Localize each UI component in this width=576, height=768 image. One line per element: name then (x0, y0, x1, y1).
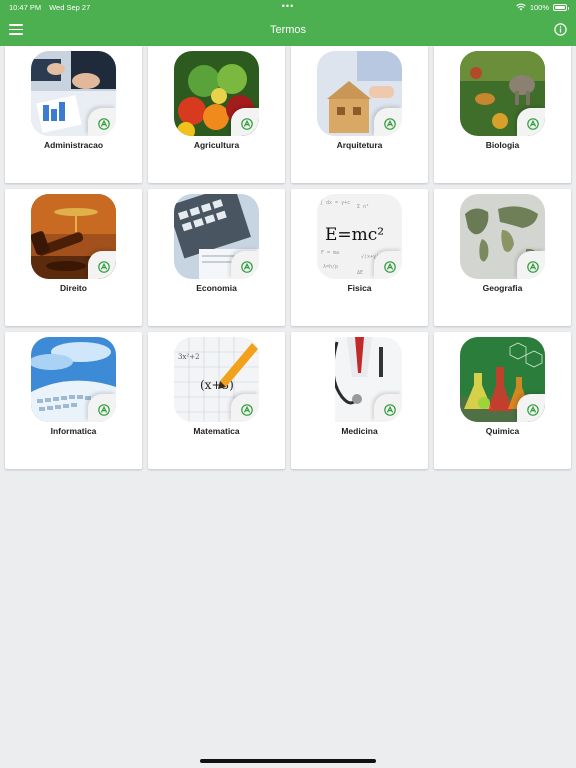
status-time: 10:47 PM (9, 2, 42, 12)
multitask-dots[interactable]: ••• (282, 1, 294, 11)
category-label: Administracao (43, 140, 104, 150)
app-logo-badge-icon (231, 394, 259, 422)
app-logo-badge-icon (231, 108, 259, 136)
category-card-agricultura[interactable]: Agricultura (148, 46, 285, 183)
battery-icon (553, 3, 569, 11)
category-label: Economia (196, 283, 237, 293)
app-logo-badge-icon (517, 251, 545, 279)
category-card-arquitetura[interactable]: Arquitetura (291, 46, 428, 183)
category-card-quimica[interactable]: Quimica (434, 332, 571, 469)
info-circle-icon[interactable] (554, 23, 567, 36)
category-card-fisica[interactable]: ∫ dx = y+c Σ n² F = ma √(x+y) λ=h/p ΔE E=mc² Fi… (291, 189, 428, 326)
category-image-biologia (460, 51, 545, 136)
category-label: Arquitetura (336, 140, 383, 150)
page-title: Termos (269, 24, 307, 36)
category-image-arquitetura (317, 51, 402, 136)
svg-text:λ=h/p: λ=h/p (323, 264, 338, 270)
category-label: Informatica (50, 426, 97, 436)
home-indicator[interactable] (200, 759, 376, 763)
category-image-medicina (317, 337, 402, 422)
app-logo-badge-icon (88, 251, 116, 279)
category-image-agricultura (174, 51, 259, 136)
svg-text:ΔE: ΔE (357, 270, 363, 276)
category-card-matematica[interactable]: (x+5) 3x²+2 Matematica (148, 332, 285, 469)
category-image-informatica (31, 337, 116, 422)
category-card-informatica[interactable]: Informatica (5, 332, 142, 469)
category-card-geografia[interactable]: Geografia (434, 189, 571, 326)
category-card-medicina[interactable]: Medicina (291, 332, 428, 469)
category-card-economia[interactable]: Economia (148, 189, 285, 326)
category-card-biologia[interactable]: Biologia (434, 46, 571, 183)
category-image-fisica: ∫ dx = y+c Σ n² F = ma √(x+y) λ=h/p ΔE E=mc² (317, 194, 402, 279)
category-label: Quimica (485, 426, 520, 436)
category-image-matematica: (x+5) 3x²+2 (174, 337, 259, 422)
category-image-direito (31, 194, 116, 279)
status-date: Wed Sep 27 (49, 2, 91, 12)
svg-text:∫ dx = y+c: ∫ dx = y+c (320, 199, 350, 206)
app-logo-badge-icon (88, 394, 116, 422)
app-logo-badge-icon (231, 251, 259, 279)
status-bar: 10:47 PM Wed Sep 27 ••• 100% (0, 0, 576, 14)
category-label: Fisica (347, 283, 372, 293)
app-logo-badge-icon (517, 394, 545, 422)
battery-percent: 100% (529, 2, 549, 12)
app-logo-badge-icon (374, 394, 402, 422)
category-label: Geografia (482, 283, 523, 293)
category-label: Medicina (341, 426, 378, 436)
svg-text:Σ n²: Σ n² (357, 204, 369, 210)
category-grid: Administracao Agricultura Arquitetura Biolo… (5, 46, 571, 469)
category-image-economia (174, 194, 259, 279)
app-logo-badge-icon (517, 108, 545, 136)
app-logo-badge-icon (374, 108, 402, 136)
category-card-direito[interactable]: Direito (5, 189, 142, 326)
category-label: Direito (60, 283, 87, 293)
category-card-administracao[interactable]: Administracao (5, 46, 142, 183)
app-bar: Termos (0, 14, 576, 46)
app-logo-badge-icon (374, 251, 402, 279)
category-image-quimica (460, 337, 545, 422)
category-image-administracao (31, 51, 116, 136)
hamburger-menu-icon[interactable] (9, 24, 23, 36)
wifi-icon (515, 3, 526, 11)
category-label: Matematica (193, 426, 240, 436)
category-label: Biologia (485, 140, 520, 150)
svg-text:3x²+2: 3x²+2 (178, 353, 200, 361)
app-logo-badge-icon (88, 108, 116, 136)
svg-text:E=mc²: E=mc² (325, 225, 384, 245)
category-image-geografia (460, 194, 545, 279)
category-label: Agricultura (193, 140, 240, 150)
svg-text:F = ma: F = ma (321, 250, 339, 256)
